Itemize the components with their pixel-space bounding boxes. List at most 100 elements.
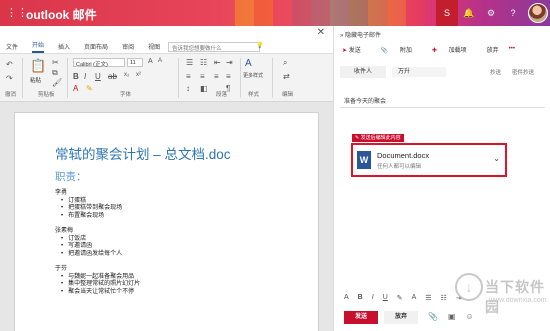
list-item: 订蛋糕 xyxy=(61,198,140,206)
bold-icon[interactable]: B xyxy=(73,72,79,81)
shrink-font-icon[interactable]: A xyxy=(158,58,162,64)
gear-icon[interactable]: ⚙ xyxy=(480,0,502,26)
recipient-chip[interactable]: 万升 xyxy=(392,67,446,77)
person-name: 于芬 xyxy=(55,266,68,272)
numbering-icon[interactable]: ☷ xyxy=(200,58,207,67)
numbering-icon[interactable]: ☷ xyxy=(441,294,447,304)
font-name-select[interactable]: Calibri (正文) xyxy=(73,58,125,68)
font-size-icon[interactable]: A xyxy=(344,294,349,304)
shading-icon[interactable]: ◧ xyxy=(200,84,208,93)
more-options-icon[interactable]: ••• xyxy=(509,46,515,52)
group-editing-label: 编辑 xyxy=(282,92,294,98)
divider xyxy=(240,58,241,98)
list-item: 订饭店 xyxy=(61,236,140,244)
discard-toolbar-button[interactable]: 放弃 xyxy=(487,45,499,54)
header-icons: S 🔔 ⚙ ? xyxy=(436,0,524,26)
compose-toolbar: ➤ 发送 📎 附加 ✚ 加载项 放弃 ••• xyxy=(334,42,550,56)
close-icon[interactable]: ✕ xyxy=(317,27,325,38)
list-item: 集中整理常轼的照片幻灯片 xyxy=(61,281,140,289)
list-item: 把蛋糕带到聚会现场 xyxy=(61,205,140,213)
watermark: ↓ 当下软件园 www.downxia.com xyxy=(455,273,547,325)
to-row: 收件人 万升 抄送 密件抄送 xyxy=(340,66,545,78)
cc-link[interactable]: 抄送 xyxy=(490,68,501,76)
paste-label[interactable]: 粘贴 xyxy=(30,76,41,84)
tell-me-input[interactable]: 告诉我您想要做什么 xyxy=(168,42,260,52)
align-left-icon[interactable]: ≡ xyxy=(186,72,191,81)
group-paragraph-label: 段落 xyxy=(216,92,228,98)
line-spacing-icon[interactable]: ↕ xyxy=(186,84,190,93)
group-clipboard-label: 剪贴板 xyxy=(38,92,55,98)
grow-font-icon[interactable]: A xyxy=(148,58,153,65)
italic-icon[interactable]: I xyxy=(372,294,374,304)
person-name: 李勇 xyxy=(55,190,68,196)
font-size-select[interactable]: 11 xyxy=(127,58,143,67)
tab-review[interactable]: 审阅 xyxy=(122,42,134,51)
undo-icon[interactable]: ↶ xyxy=(6,60,13,69)
to-button[interactable]: 收件人 xyxy=(340,66,386,78)
tab-home[interactable]: 开始 xyxy=(32,40,45,53)
tab-file[interactable]: 文件 xyxy=(6,42,18,51)
help-icon[interactable]: ? xyxy=(502,0,524,26)
strikethrough-icon[interactable]: ab xyxy=(108,72,117,81)
format-painter-icon[interactable]: 🖌 xyxy=(52,78,62,87)
document-body: 李勇 订蛋糕 把蛋糕带到聚会现场 布置聚会现场 张素梅 订饭店 写邀请函 把邀请… xyxy=(55,190,140,296)
bell-icon[interactable]: 🔔 xyxy=(458,0,480,26)
align-right-icon[interactable]: ≡ xyxy=(214,72,219,81)
tab-layout[interactable]: 页面布局 xyxy=(84,42,108,51)
highlight-icon[interactable]: ✎ xyxy=(397,294,403,304)
italic-icon[interactable]: I xyxy=(84,72,86,81)
document-page[interactable]: 常轼的聚会计划 – 总文档.doc 职责： 李勇 订蛋糕 把蛋糕带到聚会现场 布… xyxy=(14,112,319,331)
send-button[interactable]: 发送 xyxy=(344,311,378,324)
send-label: 发送 xyxy=(348,47,361,54)
skype-icon[interactable]: S xyxy=(436,0,458,26)
justify-icon[interactable]: ≡ xyxy=(226,72,231,81)
hide-email-label: 隐藏电子邮件 xyxy=(345,33,382,39)
bcc-link[interactable]: 密件抄送 xyxy=(512,68,534,76)
edit-after-send-text: 发送后编辑此内容 xyxy=(360,135,401,141)
divider xyxy=(178,58,179,98)
paste-icon[interactable]: 📋 xyxy=(30,58,46,74)
attach-button[interactable]: 📎 附加 xyxy=(381,45,422,54)
bullets-icon[interactable]: ☰ xyxy=(186,58,193,67)
bullets-icon[interactable]: ☰ xyxy=(425,294,431,304)
subscript-icon[interactable]: x₂ xyxy=(124,72,129,78)
underline-icon[interactable]: U xyxy=(383,294,388,304)
attachment-card[interactable]: W Document.docx 任何人都可以编辑 ⌄ xyxy=(351,143,507,177)
person-name: 张素梅 xyxy=(55,228,74,234)
send-toolbar-button[interactable]: ➤ 发送 xyxy=(342,45,371,54)
list-item: 聚会当天让常轼忙个不停 xyxy=(61,289,140,297)
decrease-indent-icon[interactable]: ⇤ xyxy=(214,58,221,67)
align-center-icon[interactable]: ≡ xyxy=(200,72,205,81)
increase-indent-icon[interactable]: ⇥ xyxy=(226,58,233,67)
more-styles-label[interactable]: 更多样式 xyxy=(243,72,263,79)
word-doc-icon: W xyxy=(357,151,371,169)
highlight-icon[interactable]: ✎ xyxy=(86,84,93,93)
addin-label: 加载项 xyxy=(448,47,467,54)
watermark-logo-icon: ↓ xyxy=(455,273,483,301)
addin-button[interactable]: ✚ 加载项 xyxy=(432,45,477,54)
document-subtitle: 职责： xyxy=(55,171,87,183)
addin-icon: ✚ xyxy=(431,47,437,54)
tab-view[interactable]: 视图 xyxy=(148,42,160,51)
hide-email-link[interactable]: » 隐藏电子邮件 xyxy=(340,30,381,39)
cut-icon[interactable]: ✂ xyxy=(52,58,59,67)
superscript-icon[interactable]: x² xyxy=(136,72,141,78)
font-color-icon[interactable]: A xyxy=(73,84,78,93)
bold-icon[interactable]: B xyxy=(358,294,363,304)
paperclip-icon[interactable]: 📎 xyxy=(428,312,438,321)
chevron-down-icon[interactable]: ⌄ xyxy=(493,154,500,163)
tab-insert[interactable]: 插入 xyxy=(58,42,70,51)
replace-icon[interactable]: ⇄ xyxy=(283,72,290,81)
redo-icon[interactable]: ↷ xyxy=(6,74,13,83)
group-font-label: 字体 xyxy=(120,92,132,98)
discard-button[interactable]: 放弃 xyxy=(384,311,418,324)
task-list: 订蛋糕 把蛋糕带到聚会现场 布置聚会现场 xyxy=(55,198,140,221)
styles-icon[interactable]: A xyxy=(245,58,252,69)
underline-icon[interactable]: U xyxy=(95,72,101,81)
avatar[interactable] xyxy=(528,3,548,23)
copy-icon[interactable]: ⧉ xyxy=(52,68,58,78)
font-color-icon[interactable]: A xyxy=(412,294,417,304)
app-launcher-icon[interactable]: ⋮⋮ xyxy=(6,7,28,19)
subject-field[interactable]: 准备今天的聚会 xyxy=(344,96,386,105)
find-icon[interactable]: ⌕ xyxy=(283,58,287,68)
